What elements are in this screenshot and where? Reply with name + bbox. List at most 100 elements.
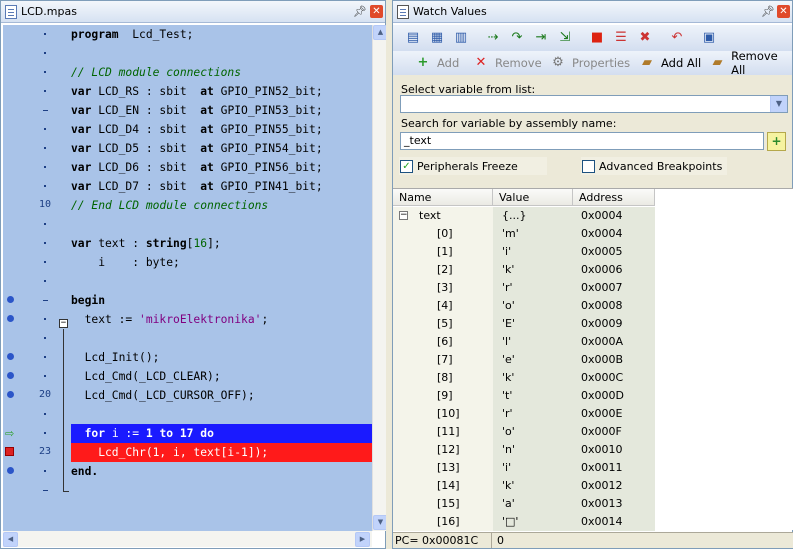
gutter-line[interactable] (3, 177, 69, 196)
table-row[interactable]: [7] 'e' 0x000B (393, 351, 655, 369)
table-row[interactable]: [9] 't' 0x000D (393, 387, 655, 405)
code-line[interactable]: Lcd_Chr(1, i, text[i-1]); (71, 443, 372, 462)
table-row[interactable]: [0] 'm' 0x0004 (393, 225, 655, 243)
step-out-icon[interactable]: ⇥ (533, 30, 549, 46)
table-row[interactable]: [15] 'a' 0x0013 (393, 495, 655, 513)
gutter-line[interactable] (3, 101, 69, 120)
breakpoint-dot-icon[interactable] (7, 315, 14, 322)
chevron-down-icon[interactable]: ▼ (770, 96, 787, 112)
window-icon[interactable]: ▣ (701, 30, 717, 46)
table-row[interactable]: [2] 'k' 0x0006 (393, 261, 655, 279)
gutter-line[interactable]: ⇨ (3, 424, 69, 443)
value-cell[interactable]: 'i' (502, 459, 511, 477)
code-line[interactable]: program Lcd_Test; (71, 25, 372, 44)
gutter-line[interactable] (3, 291, 69, 310)
breakpoint-dot-icon[interactable] (7, 296, 14, 303)
value-cell[interactable]: 'o' (502, 297, 515, 315)
code-line[interactable] (71, 44, 372, 63)
remove-all-button[interactable]: ▰ Remove All (710, 49, 792, 77)
gutter-line[interactable] (3, 481, 69, 500)
code-line[interactable]: var LCD_D4 : sbit at GPIO_PIN55_bit; (71, 120, 372, 139)
watch-edit-icon[interactable]: ▦ (429, 30, 445, 46)
remove-button[interactable]: ✕ Remove (473, 53, 542, 73)
advanced-breakpoints-checkbox[interactable]: Advanced Breakpoints (581, 157, 727, 175)
value-cell[interactable]: 'k' (502, 477, 514, 495)
table-row[interactable]: [5] 'E' 0x0009 (393, 315, 655, 333)
value-cell[interactable]: 't' (502, 387, 512, 405)
gutter-line[interactable] (3, 158, 69, 177)
collapse-icon[interactable]: − (399, 211, 408, 220)
gutter-line[interactable] (3, 44, 69, 63)
value-cell[interactable]: 'n' (502, 441, 515, 459)
code-line[interactable]: var LCD_RS : sbit at GPIO_PIN52_bit; (71, 82, 372, 101)
watch-grid[interactable]: Name Value Address − text {...} 0x0004 [0] 'm… (393, 188, 793, 531)
code-line[interactable]: var LCD_D7 : sbit at GPIO_PIN41_bit; (71, 177, 372, 196)
code-line[interactable]: var LCD_D5 : sbit at GPIO_PIN54_bit; (71, 139, 372, 158)
add-variable-button[interactable]: + (767, 132, 786, 151)
code-line[interactable]: var LCD_EN : sbit at GPIO_PIN53_bit; (71, 101, 372, 120)
gutter-line[interactable] (3, 329, 69, 348)
code-area[interactable]: program Lcd_Test; // LCD module connectio… (69, 25, 374, 531)
close-icon[interactable]: ✕ (370, 5, 383, 18)
pin-icon[interactable]: 📌︎ (761, 5, 775, 18)
col-header-value[interactable]: Value (493, 189, 573, 206)
value-cell[interactable]: 'm' (502, 225, 519, 243)
gutter-line[interactable] (3, 82, 69, 101)
code-line[interactable]: var LCD_D6 : sbit at GPIO_PIN56_bit; (71, 158, 372, 177)
line-gutter[interactable]: 10 20 ⇨ 23 (3, 25, 69, 531)
gutter-line[interactable]: 10 (3, 196, 69, 215)
add-all-button[interactable]: ▰ Add All (639, 53, 701, 73)
scroll-right-icon[interactable]: ▶ (355, 532, 370, 547)
gutter-line[interactable] (3, 405, 69, 424)
add-button[interactable]: + Add (415, 53, 460, 73)
code-line[interactable] (71, 405, 372, 424)
table-row[interactable]: [1] 'i' 0x0005 (393, 243, 655, 261)
breakpoint-dot-icon[interactable] (7, 467, 14, 474)
gutter-line[interactable] (3, 367, 69, 386)
variable-select[interactable]: ▼ (400, 95, 788, 113)
code-line[interactable]: end. (71, 462, 372, 481)
watch-add-icon[interactable]: ▤ (405, 30, 421, 46)
gutter-line[interactable]: 20 (3, 386, 69, 405)
code-line[interactable]: // LCD module connections (71, 63, 372, 82)
code-line[interactable]: for i := 1 to 17 do (71, 424, 372, 443)
value-cell[interactable]: 'r' (502, 405, 513, 423)
table-row[interactable]: [16] '□' 0x0014 (393, 513, 655, 531)
gutter-line[interactable] (3, 139, 69, 158)
code-line[interactable]: Lcd_Init(); (71, 348, 372, 367)
value-cell[interactable]: 'i' (502, 243, 511, 261)
fold-toggle-icon[interactable]: − (59, 319, 68, 328)
gutter-line[interactable] (3, 348, 69, 367)
gutter-line[interactable] (3, 120, 69, 139)
peripherals-freeze-checkbox[interactable]: ✓ Peripherals Freeze (399, 157, 547, 175)
table-row[interactable]: [3] 'r' 0x0007 (393, 279, 655, 297)
breakpoints-icon[interactable]: ☰ (613, 30, 629, 46)
table-row[interactable]: − text {...} 0x0004 (393, 207, 655, 225)
code-line[interactable]: Lcd_Cmd(_LCD_CLEAR); (71, 367, 372, 386)
search-input[interactable]: _text (400, 132, 764, 150)
code-line[interactable]: begin (71, 291, 372, 310)
value-cell[interactable]: 'k' (502, 261, 514, 279)
gutter-line[interactable] (3, 253, 69, 272)
clear-breakpoints-icon[interactable]: ✖ (637, 30, 653, 46)
value-cell[interactable]: 'l' (502, 333, 511, 351)
code-line[interactable]: i : byte; (71, 253, 372, 272)
code-line[interactable] (71, 215, 372, 234)
back-icon[interactable]: ↶ (669, 30, 685, 46)
value-cell[interactable]: 'e' (502, 351, 515, 369)
value-cell[interactable]: 'k' (502, 369, 514, 387)
properties-button[interactable]: ⚙ Properties (550, 53, 630, 73)
code-editor[interactable]: 10 20 ⇨ 23 program Lcd_Test; // LCD module c… (3, 25, 387, 531)
value-cell[interactable]: 'a' (502, 495, 515, 513)
run-to-cursor-icon[interactable]: ⇲ (557, 30, 573, 46)
table-row[interactable]: [13] 'i' 0x0011 (393, 459, 655, 477)
gutter-line[interactable] (3, 234, 69, 253)
table-row[interactable]: [14] 'k' 0x0012 (393, 477, 655, 495)
code-line[interactable]: var text : string[16]; (71, 234, 372, 253)
gutter-line[interactable] (3, 462, 69, 481)
stop-debug-icon[interactable]: ■ (589, 30, 605, 46)
watch-remove-icon[interactable]: ▥ (453, 30, 469, 46)
value-cell[interactable]: '□' (502, 513, 518, 531)
table-row[interactable]: [6] 'l' 0x000A (393, 333, 655, 351)
close-icon[interactable]: ✕ (777, 5, 790, 18)
